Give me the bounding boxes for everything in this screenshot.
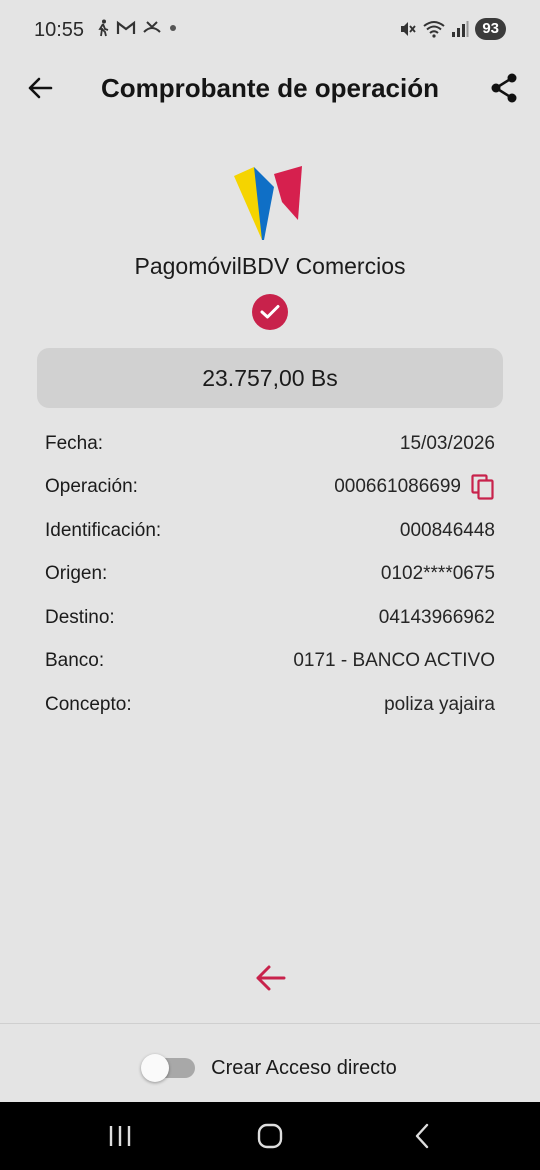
detail-row-fecha: Fecha: 15/03/2026 (45, 422, 495, 466)
share-button[interactable] (484, 69, 524, 107)
status-right: 93 (399, 18, 506, 40)
operation-details: Fecha: 15/03/2026 Operación: 00066108669… (45, 422, 495, 727)
detail-label: Concepto: (45, 693, 132, 715)
detail-row-operacion: Operación: 000661086699 (45, 466, 495, 510)
toggle-knob (141, 1054, 170, 1082)
shortcut-label: Crear Acceso directo (211, 1056, 397, 1079)
arrow-left-icon (256, 965, 286, 991)
system-back-button[interactable] (402, 1120, 442, 1152)
detail-label: Destino: (45, 606, 115, 628)
detail-label: Origen: (45, 563, 108, 585)
page-title: Comprobante de operación (100, 73, 440, 103)
home-icon (257, 1123, 283, 1149)
shortcut-row: Crear Acceso directo (0, 1050, 540, 1086)
concepto-value: poliza yajaira (384, 693, 495, 715)
status-left-icons (96, 19, 178, 37)
detail-value: 000846448 (400, 520, 495, 542)
success-badge (252, 294, 288, 330)
detail-value: 0171 - BANCO ACTIVO (293, 650, 495, 672)
detail-row-origen: Origen: 0102****0675 (45, 553, 495, 597)
detail-value: 0102****0675 (381, 563, 495, 585)
amount-display: 23.757,00 Bs (37, 348, 503, 408)
gmail-icon (116, 20, 136, 34)
status-time: 10:55 (34, 19, 85, 41)
missed-call-icon (143, 21, 161, 33)
dot-icon (170, 25, 176, 31)
return-button[interactable] (250, 958, 290, 998)
logo-red-shape (274, 166, 302, 220)
origen-value: 0102****0675 (380, 563, 495, 585)
copy-button[interactable] (471, 474, 495, 500)
detail-label: Fecha: (45, 432, 104, 454)
system-nav-bar (0, 1102, 540, 1170)
brand-name: PagomóvilBDV Comercios (134, 253, 406, 279)
status-bar: 10:55 93 (0, 0, 540, 60)
detail-row-concepto: Concepto: poliza yajaira (45, 683, 495, 727)
mute-icon (401, 22, 417, 36)
share-icon (491, 73, 517, 103)
copy-icon (471, 474, 494, 500)
fecha-value: 15/03/2026 (399, 432, 495, 454)
app-bar: Comprobante de operación (0, 60, 540, 116)
detail-row-identificacion: Identificación: 000846448 (45, 509, 495, 553)
shortcut-toggle[interactable] (141, 1054, 196, 1082)
banco-value: 0171 - BANCO ACTIVO (293, 650, 495, 672)
detail-row-banco: Banco: 0171 - BANCO ACTIVO (45, 640, 495, 684)
recents-button[interactable] (100, 1120, 140, 1152)
detail-value: 15/03/2026 (400, 433, 495, 455)
home-button[interactable] (250, 1120, 290, 1152)
recents-icon (109, 1126, 131, 1146)
destino-value: 04143966962 (378, 606, 495, 628)
detail-label: Banco: (45, 650, 105, 672)
identificacion-value: 000846448 (399, 519, 495, 541)
detail-value: poliza yajaira (384, 694, 495, 716)
detail-value: 04143966962 (379, 607, 495, 629)
brand-logo (234, 166, 302, 240)
detail-value: 000661086699 (334, 474, 495, 500)
walk-icon (98, 19, 109, 37)
amount-value: 23.757,00 Bs (202, 364, 338, 391)
battery-level: 93 (475, 18, 506, 40)
wifi-icon (423, 21, 445, 38)
operacion-value: 000661086699 (334, 476, 461, 498)
divider (0, 1023, 540, 1024)
detail-label: Operación: (45, 476, 138, 498)
signal-icon (452, 21, 469, 37)
detail-label: Identificación: (45, 519, 162, 541)
back-icon (415, 1123, 429, 1149)
detail-row-destino: Destino: 04143966962 (45, 596, 495, 640)
check-circle-icon (260, 305, 280, 319)
